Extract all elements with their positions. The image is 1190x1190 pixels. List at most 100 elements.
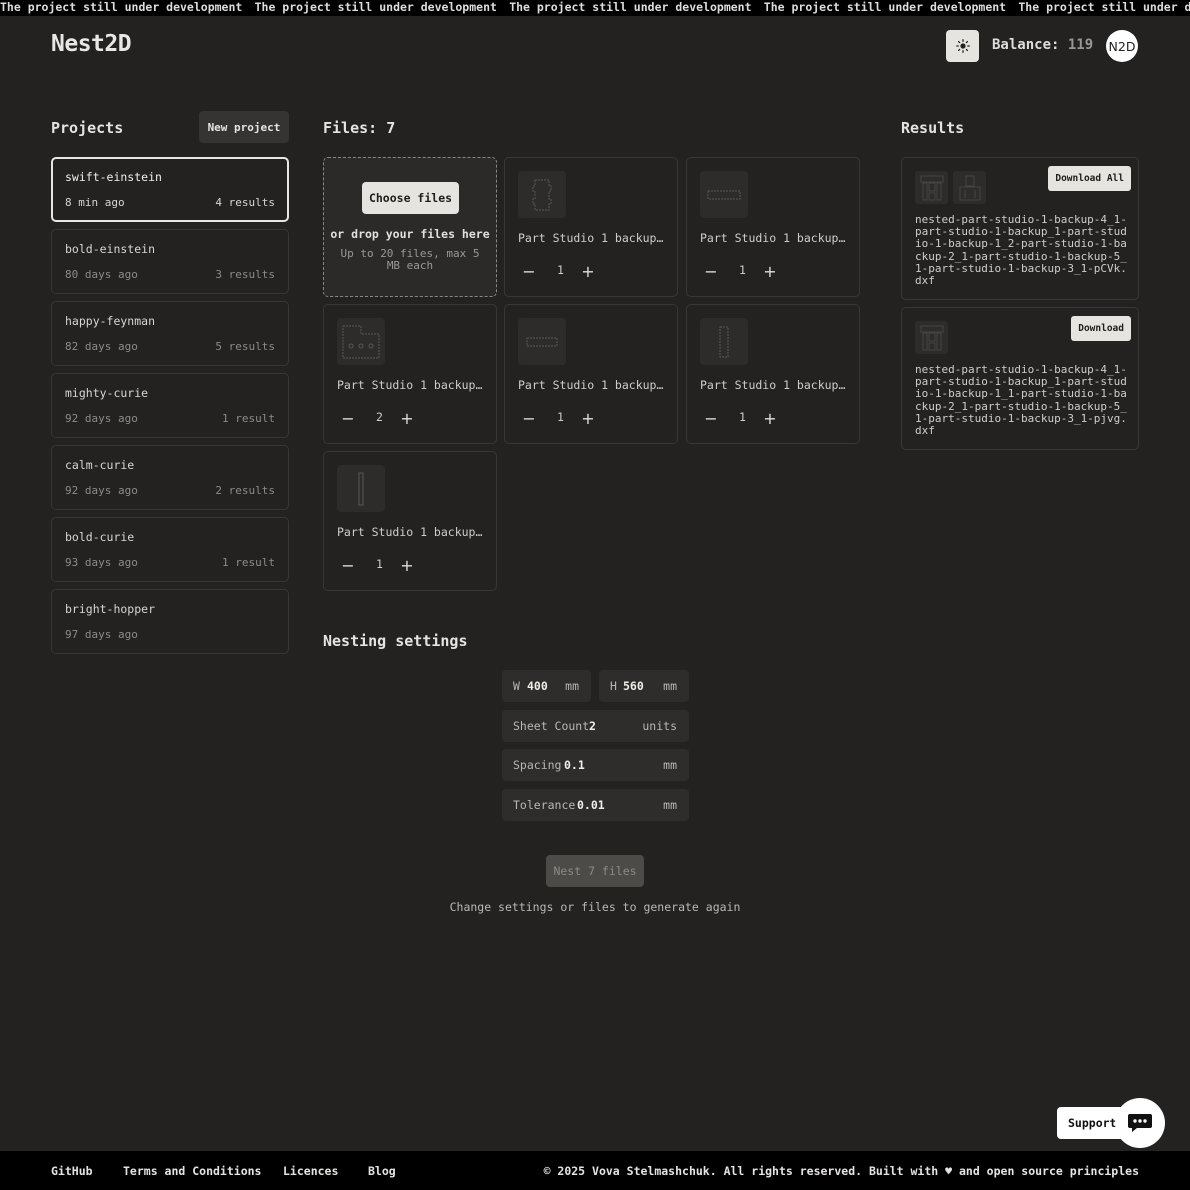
download-button[interactable]: Download <box>1071 316 1131 341</box>
development-banner: The project still under development The … <box>0 0 1190 16</box>
height-value[interactable]: 560 <box>623 679 644 693</box>
result-file-name[interactable]: nested-part-studio-1-backup-4_1-part-stu… <box>915 213 1127 287</box>
decrease-quantity-button[interactable]: − <box>337 554 359 576</box>
quantity-stepper: − 1 + <box>337 554 437 576</box>
tolerance-field[interactable]: Tolerance 0.01 mm <box>502 789 689 821</box>
project-date: 93 days ago <box>65 556 138 569</box>
file-name: Part Studio 1 backup (… <box>337 378 487 392</box>
increase-quantity-button[interactable]: + <box>577 407 599 429</box>
part-thumbnail <box>337 465 385 512</box>
project-card[interactable]: mighty-curie 92 days ago 1 result <box>51 373 289 438</box>
decrease-quantity-button[interactable]: − <box>700 260 722 282</box>
chat-icon[interactable] <box>1115 1098 1165 1148</box>
project-date: 92 days ago <box>65 412 138 425</box>
project-card[interactable]: bold-einstein 80 days ago 3 results <box>51 229 289 294</box>
quantity-stepper: − 1 + <box>518 407 618 429</box>
spacing-field[interactable]: Spacing 0.1 mm <box>502 749 689 781</box>
drop-text: or drop your files here <box>330 227 490 241</box>
footer-link-blog[interactable]: Blog <box>368 1164 396 1178</box>
choose-files-button[interactable]: Choose files <box>362 182 459 214</box>
projects-title: Projects <box>51 119 124 137</box>
sheet-count-unit: units <box>642 719 677 733</box>
project-name: calm-curie <box>65 458 135 472</box>
avatar[interactable]: N2D <box>1106 30 1138 62</box>
project-date: 92 days ago <box>65 484 138 497</box>
file-card: Part Studio 1 backup (… − 1 + <box>323 451 497 591</box>
project-name: bold-einstein <box>65 242 156 256</box>
spacing-unit: mm <box>663 758 677 772</box>
quantity-value: 1 <box>557 410 564 424</box>
spacing-value[interactable]: 0.1 <box>564 758 585 772</box>
width-value[interactable]: 400 <box>527 679 548 693</box>
support-widget[interactable]: Support <box>1057 1098 1165 1148</box>
project-name: bright-hopper <box>65 602 156 616</box>
height-unit: mm <box>663 679 677 693</box>
banner-text: The project still under development <box>509 0 752 14</box>
copyright: © 2025 Vova Stelmashchuk. All rights res… <box>543 1164 1139 1178</box>
project-card[interactable]: calm-curie 92 days ago 2 results <box>51 445 289 510</box>
project-results-count: 5 results <box>215 340 275 353</box>
quantity-value: 2 <box>376 410 383 424</box>
project-card[interactable]: swift-einstein 8 min ago 4 results <box>51 157 289 222</box>
sun-icon <box>955 39 970 53</box>
footer-link-terms[interactable]: Terms and Conditions <box>123 1164 261 1178</box>
increase-quantity-button[interactable]: + <box>396 407 418 429</box>
height-label: H <box>610 679 617 693</box>
result-thumbnails <box>915 321 948 354</box>
banner-text: The project still under development <box>1018 0 1190 14</box>
decrease-quantity-button[interactable]: − <box>337 407 359 429</box>
increase-quantity-button[interactable]: + <box>759 407 781 429</box>
part-thumbnail <box>700 171 748 218</box>
footer-link-github[interactable]: GitHub <box>51 1164 93 1178</box>
width-unit: mm <box>565 679 579 693</box>
sheet-thumbnail <box>915 171 948 204</box>
sheet-thumbnail <box>915 321 948 354</box>
file-name: Part Studio 1 backup (… <box>700 378 850 392</box>
decrease-quantity-button[interactable]: − <box>700 407 722 429</box>
nest-files-button[interactable]: Nest 7 files <box>546 855 644 887</box>
footer-link-licences[interactable]: Licences <box>283 1164 338 1178</box>
result-card: Download nested-part-studio-1-backup-4_1… <box>901 307 1139 450</box>
project-date: 80 days ago <box>65 268 138 281</box>
banner-text: The project still under development <box>254 0 497 14</box>
quantity-stepper: − 2 + <box>337 407 437 429</box>
balance-label: Balance: <box>992 37 1060 53</box>
sheet-count-field[interactable]: Sheet Count 2 units <box>502 710 689 742</box>
footer: GitHub Terms and Conditions Licences Blo… <box>0 1151 1190 1190</box>
increase-quantity-button[interactable]: + <box>396 554 418 576</box>
part-thumbnail <box>700 318 748 365</box>
result-card: Download All nested-part-studio-1-backup… <box>901 157 1139 300</box>
banner-text: The project still under development <box>763 0 1007 14</box>
increase-quantity-button[interactable]: + <box>577 260 599 282</box>
file-card: Part Studio 1 backup.d… − 1 + <box>686 157 860 297</box>
project-list: swift-einstein 8 min ago 4 results bold-… <box>51 157 289 661</box>
project-card[interactable]: bright-hopper 97 days ago <box>51 589 289 654</box>
project-results-count: 1 result <box>222 556 275 569</box>
file-drop-zone[interactable]: Choose files or drop your files here Up … <box>323 157 497 297</box>
project-results-count: 3 results <box>215 268 275 281</box>
quantity-value: 1 <box>739 410 746 424</box>
file-name: Part Studio 1 backup (… <box>337 525 487 539</box>
height-field[interactable]: H 560 mm <box>599 670 689 702</box>
tolerance-value[interactable]: 0.01 <box>577 798 605 812</box>
project-card[interactable]: bold-curie 93 days ago 1 result <box>51 517 289 582</box>
width-field[interactable]: W 400 mm <box>502 670 591 702</box>
part-thumbnail <box>518 171 566 218</box>
increase-quantity-button[interactable]: + <box>759 260 781 282</box>
decrease-quantity-button[interactable]: − <box>518 407 540 429</box>
tolerance-unit: mm <box>663 798 677 812</box>
new-project-button[interactable]: New project <box>199 111 289 143</box>
project-results-count: 1 result <box>222 412 275 425</box>
theme-toggle-button[interactable] <box>946 30 979 62</box>
app-logo[interactable]: Nest2D <box>51 31 132 57</box>
result-file-name[interactable]: nested-part-studio-1-backup-4_1-part-stu… <box>915 363 1127 437</box>
file-name: Part Studio 1 backup (… <box>518 231 668 245</box>
download-all-button[interactable]: Download All <box>1048 166 1131 191</box>
decrease-quantity-button[interactable]: − <box>518 260 540 282</box>
spacing-label: Spacing <box>513 758 562 772</box>
sheet-count-value[interactable]: 2 <box>589 719 596 733</box>
project-date: 97 days ago <box>65 628 138 641</box>
quantity-stepper: − 1 + <box>700 260 800 282</box>
project-card[interactable]: happy-feynman 82 days ago 5 results <box>51 301 289 366</box>
project-date: 82 days ago <box>65 340 138 353</box>
